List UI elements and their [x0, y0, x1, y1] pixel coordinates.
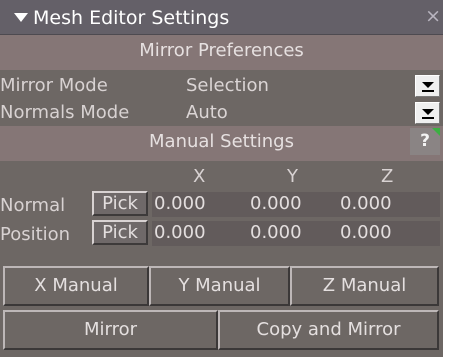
column-header-z: Z: [381, 166, 394, 187]
dropdown-underline-icon: [422, 117, 434, 119]
chevron-down-icon: [422, 109, 434, 115]
panel-titlebar[interactable]: Mesh Editor Settings ×: [0, 0, 443, 35]
normal-x-input[interactable]: 0.000: [154, 193, 206, 214]
mirror-preferences-label: Mirror Preferences: [139, 40, 304, 61]
collapse-triangle-icon[interactable]: [14, 13, 28, 22]
normal-row-label: Normal: [0, 195, 66, 216]
position-y-input[interactable]: 0.000: [250, 222, 302, 243]
close-icon[interactable]: ×: [425, 5, 441, 27]
position-x-input[interactable]: 0.000: [154, 222, 206, 243]
normal-y-input[interactable]: 0.000: [250, 193, 302, 214]
normals-mode-label: Normals Mode: [0, 102, 130, 123]
normals-mode-dropdown-button[interactable]: [415, 102, 440, 124]
help-button[interactable]: ?: [410, 128, 440, 155]
question-mark-icon: ?: [420, 131, 430, 151]
mirror-mode-dropdown-button[interactable]: [415, 75, 440, 97]
position-row-label: Position: [0, 224, 71, 245]
mirror-preferences-header: Mirror Preferences: [0, 35, 443, 70]
panel-title: Mesh Editor Settings: [33, 7, 230, 29]
mirror-mode-value[interactable]: Selection: [186, 75, 269, 96]
z-manual-button[interactable]: Z Manual: [290, 266, 439, 306]
position-z-input[interactable]: 0.000: [340, 222, 392, 243]
mesh-editor-settings-panel: Mesh Editor Settings × Mirror Preference…: [0, 0, 443, 357]
mirror-button[interactable]: Mirror: [3, 310, 218, 350]
manual-settings-label: Manual Settings: [149, 131, 294, 152]
column-header-x: X: [193, 166, 206, 187]
copy-and-mirror-button[interactable]: Copy and Mirror: [218, 310, 439, 350]
x-manual-button[interactable]: X Manual: [3, 266, 149, 306]
chevron-down-icon: [422, 82, 434, 88]
manual-settings-header: Manual Settings: [0, 126, 443, 161]
dropdown-underline-icon: [422, 90, 434, 92]
help-corner-marker: [432, 128, 440, 136]
mirror-mode-label: Mirror Mode: [0, 75, 108, 96]
normals-mode-value[interactable]: Auto: [186, 102, 228, 123]
normal-z-input[interactable]: 0.000: [340, 193, 392, 214]
position-vector-field: 0.000 0.000 0.000: [152, 221, 440, 246]
y-manual-button[interactable]: Y Manual: [149, 266, 290, 306]
column-header-y: Y: [287, 166, 298, 187]
normal-pick-button[interactable]: Pick: [92, 191, 148, 216]
normal-vector-field: 0.000 0.000 0.000: [152, 192, 440, 217]
position-pick-button[interactable]: Pick: [92, 220, 148, 245]
